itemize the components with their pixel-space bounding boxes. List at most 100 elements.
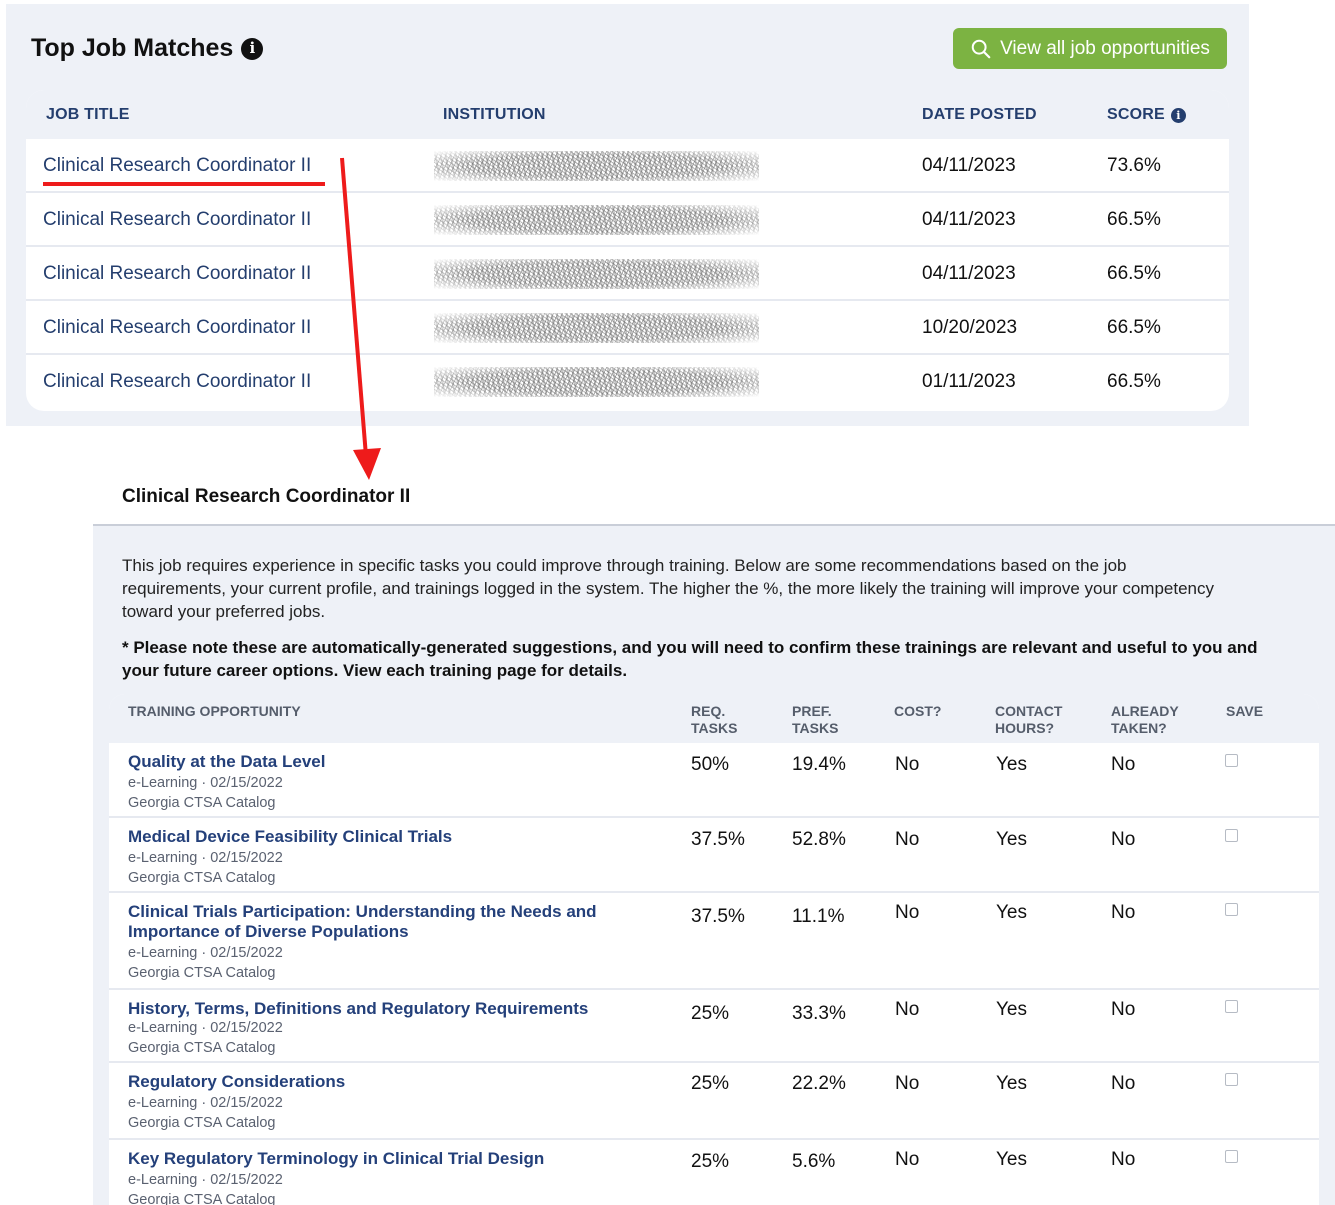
score: 66.5% — [1107, 263, 1161, 284]
col-score[interactable]: SCORE i — [1107, 106, 1186, 124]
save-checkbox[interactable] — [1225, 1073, 1238, 1086]
save-checkbox[interactable] — [1225, 903, 1238, 916]
col-date-posted[interactable]: DATE POSTED — [922, 106, 1037, 124]
detail-note-text: * Please note these are automatically-ge… — [122, 638, 1258, 680]
table-row[interactable]: Clinical Research Coordinator II 01/11/2… — [26, 355, 1229, 409]
redacted-institution — [434, 151, 759, 181]
job-title-link[interactable]: Clinical Research Coordinator II — [43, 371, 311, 393]
training-meta: e-Learning · 02/15/2022 — [128, 1095, 283, 1111]
save-checkbox[interactable] — [1225, 1000, 1238, 1013]
req-tasks-value: 50% — [691, 754, 730, 775]
training-recommendations-panel: This job requires experience in specific… — [93, 524, 1335, 1205]
date-posted: 10/20/2023 — [922, 317, 1018, 338]
col-contact-line2: HOURS? — [995, 720, 1055, 736]
already-taken-value: No — [1111, 829, 1136, 850]
redacted-institution — [434, 367, 759, 397]
training-row: Regulatory Considerations e-Learning · 0… — [109, 1063, 1319, 1140]
col-job-title[interactable]: JOB TITLE — [46, 106, 130, 124]
save-checkbox[interactable] — [1225, 754, 1238, 767]
job-title-link[interactable]: Clinical Research Coordinator II — [43, 317, 311, 339]
training-catalog: Georgia CTSA Catalog — [128, 1115, 276, 1131]
date-posted: 04/11/2023 — [922, 155, 1016, 176]
search-icon — [971, 39, 991, 58]
job-title-link[interactable]: Clinical Research Coordinator II — [43, 209, 311, 231]
cost-value: No — [895, 829, 920, 850]
cost-value: No — [895, 902, 920, 923]
training-table-header: TRAINING OPPORTUNITY REQ. TASKS PREF. TASK… — [109, 694, 1319, 743]
already-taken-value: No — [1111, 1073, 1136, 1094]
contact-hours-value: Yes — [996, 754, 1027, 775]
training-row: Key Regulatory Terminology in Clinical T… — [109, 1140, 1319, 1205]
col-score-label: SCORE — [1107, 106, 1165, 123]
job-matches-table: JOB TITLE INSTITUTION DATE POSTED SCORE … — [26, 90, 1229, 411]
training-catalog: Georgia CTSA Catalog — [128, 795, 276, 811]
redacted-institution — [434, 205, 759, 235]
info-icon[interactable]: i — [241, 37, 264, 60]
training-catalog: Georgia CTSA Catalog — [128, 1040, 276, 1056]
training-title-link[interactable]: Quality at the Data Level — [128, 752, 638, 772]
pref-tasks-value: 33.3% — [792, 1003, 846, 1024]
save-checkbox[interactable] — [1225, 1150, 1238, 1163]
table-row[interactable]: Clinical Research Coordinator II 04/11/2… — [26, 247, 1229, 301]
detail-intro-text: This job requires experience in specific… — [122, 556, 1214, 621]
contact-hours-value: Yes — [996, 1149, 1027, 1170]
training-meta: e-Learning · 02/15/2022 — [128, 1020, 283, 1036]
training-title-link[interactable]: History, Terms, Definitions and Regulato… — [128, 999, 638, 1019]
pref-tasks-value: 19.4% — [792, 754, 846, 775]
training-title-link[interactable]: Medical Device Feasibility Clinical Tria… — [128, 827, 638, 847]
col-already-taken[interactable]: ALREADY TAKEN? — [1111, 703, 1179, 737]
cost-value: No — [895, 1149, 920, 1170]
training-title-link[interactable]: Regulatory Considerations — [128, 1072, 638, 1092]
score: 66.5% — [1107, 317, 1161, 338]
col-taken-line1: ALREADY — [1111, 703, 1179, 719]
col-contact-hours[interactable]: CONTACT HOURS? — [995, 703, 1062, 737]
pref-tasks-value: 52.8% — [792, 829, 846, 850]
score-info-icon[interactable]: i — [1170, 107, 1186, 123]
col-req-tasks[interactable]: REQ. TASKS — [691, 703, 737, 737]
training-row: Clinical Trials Participation: Understan… — [109, 893, 1319, 990]
job-title-link[interactable]: Clinical Research Coordinator II — [43, 155, 311, 177]
annotation-underline — [43, 182, 325, 186]
contact-hours-value: Yes — [996, 1073, 1027, 1094]
col-institution[interactable]: INSTITUTION — [443, 106, 546, 124]
req-tasks-value: 25% — [691, 1151, 730, 1172]
training-title-link[interactable]: Clinical Trials Participation: Understan… — [128, 902, 638, 942]
training-catalog: Georgia CTSA Catalog — [128, 870, 276, 886]
training-meta: e-Learning · 02/15/2022 — [128, 775, 283, 791]
table-row[interactable]: Clinical Research Coordinator II 10/20/2… — [26, 301, 1229, 355]
req-tasks-value: 25% — [691, 1003, 730, 1024]
contact-hours-value: Yes — [996, 829, 1027, 850]
col-pref-line1: PREF. — [792, 703, 832, 719]
col-contact-line1: CONTACT — [995, 703, 1063, 719]
req-tasks-value: 37.5% — [691, 829, 745, 850]
job-title-link[interactable]: Clinical Research Coordinator II — [43, 263, 311, 285]
detail-job-title: Clinical Research Coordinator II — [122, 486, 411, 507]
col-save[interactable]: SAVE — [1226, 703, 1263, 720]
save-checkbox[interactable] — [1225, 829, 1238, 842]
contact-hours-value: Yes — [996, 902, 1027, 923]
req-tasks-value: 37.5% — [691, 906, 745, 927]
view-all-jobs-button[interactable]: View all job opportunities — [953, 28, 1227, 69]
already-taken-value: No — [1111, 1149, 1136, 1170]
top-job-matches-panel: Top Job Matches i View all job opportuni… — [6, 4, 1249, 426]
date-posted: 04/11/2023 — [922, 209, 1016, 230]
top-job-matches-title: Top Job Matches — [31, 34, 234, 62]
date-posted: 04/11/2023 — [922, 263, 1016, 284]
training-meta: e-Learning · 02/15/2022 — [128, 1172, 283, 1188]
training-meta: e-Learning · 02/15/2022 — [128, 945, 283, 961]
view-all-jobs-label: View all job opportunities — [1000, 37, 1210, 59]
training-title-link[interactable]: Key Regulatory Terminology in Clinical T… — [128, 1149, 638, 1169]
pref-tasks-value: 11.1% — [792, 906, 845, 927]
redacted-institution — [434, 259, 759, 289]
table-row[interactable]: Clinical Research Coordinator II 04/11/2… — [26, 193, 1229, 247]
col-req-line2: TASKS — [691, 720, 738, 736]
col-req-line1: REQ. — [691, 703, 726, 719]
col-pref-tasks[interactable]: PREF. TASKS — [792, 703, 838, 737]
col-training-opportunity[interactable]: TRAINING OPPORTUNITY — [128, 703, 301, 720]
col-cost[interactable]: COST? — [894, 703, 941, 720]
already-taken-value: No — [1111, 999, 1136, 1020]
col-taken-line2: TAKEN? — [1111, 720, 1167, 736]
training-meta: e-Learning · 02/15/2022 — [128, 850, 283, 866]
training-catalog: Georgia CTSA Catalog — [128, 1192, 276, 1205]
cost-value: No — [895, 999, 920, 1020]
